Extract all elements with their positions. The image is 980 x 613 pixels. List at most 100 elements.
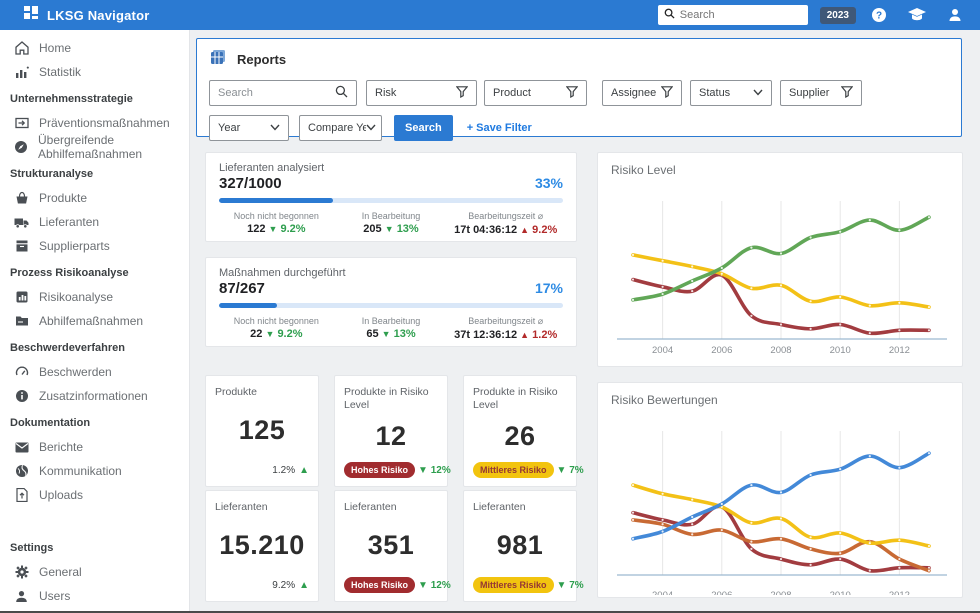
kpi-value: 327/1000 xyxy=(219,175,282,192)
kpi-title: Maßnahmen durchgeführt xyxy=(219,267,346,279)
sidebar-item-zusatzinformationen[interactable]: Zusatzinformationen xyxy=(0,384,189,408)
risk-badge: Hohes Risiko xyxy=(344,577,416,593)
search-icon xyxy=(335,85,348,101)
sidebar-item-users[interactable]: Users xyxy=(0,584,189,608)
chevron-down-icon xyxy=(270,122,280,134)
gauge-icon xyxy=(14,365,29,380)
upload-file-icon xyxy=(14,488,29,503)
progress-bar-fill xyxy=(219,303,278,308)
sidebar-item-kommunikation[interactable]: Kommunikation xyxy=(0,459,189,483)
mail-icon xyxy=(14,440,29,455)
progress-bar xyxy=(219,198,563,203)
chevron-down-icon xyxy=(753,87,763,99)
academy-icon[interactable] xyxy=(902,4,932,26)
funnel-icon xyxy=(660,85,674,101)
chart-title: Risiko Bewertungen xyxy=(611,393,718,407)
filter-status[interactable]: Status xyxy=(690,80,772,106)
save-filter-link[interactable]: + Save Filter xyxy=(467,122,532,134)
home-icon xyxy=(14,41,29,56)
kpi-substat: In Bearbeitung 205 ▼ 13% xyxy=(361,211,421,235)
kpi-title: Lieferanten analysiert xyxy=(219,162,325,174)
chart-title: Risiko Level xyxy=(611,163,676,177)
progress-bar xyxy=(219,303,563,308)
filter-assignee[interactable]: Assignee xyxy=(602,80,682,106)
reports-title: Reports xyxy=(237,52,287,67)
sidebar-item-beschwerden[interactable]: Beschwerden xyxy=(0,360,189,384)
filter-compare-year[interactable]: Compare Year xyxy=(299,115,382,141)
sidebar-item-lieferanten[interactable]: Lieferanten xyxy=(0,210,189,234)
arrow-box-icon xyxy=(14,116,29,131)
sidebar-item-general[interactable]: General xyxy=(0,560,189,584)
chevron-down-icon xyxy=(366,122,376,134)
sidebar-item-supplierparts[interactable]: Supplierparts xyxy=(0,234,189,258)
sidebar-item-uebergreifende-abhilfemassnahmen[interactable]: Übergreifende Abhilfemaßnahmen xyxy=(0,133,189,161)
stat-value: 351 xyxy=(367,529,415,560)
sidebar-section-unternehmensstrategie: Unternehmensstrategie xyxy=(10,93,133,105)
chart-card-risiko-level: Risiko Level 2004 2006 2008 2010 2012 xyxy=(597,152,963,367)
svg-text:2010: 2010 xyxy=(830,590,851,595)
reports-panel: Reports Search Risk Product Assignee Sta… xyxy=(196,38,962,141)
search-button[interactable]: Search xyxy=(394,115,453,141)
sidebar-section-dokumentation: Dokumentation xyxy=(10,417,91,429)
person-icon xyxy=(14,589,29,604)
basket-icon xyxy=(14,191,29,206)
sidebar-item-produkte[interactable]: Produkte xyxy=(0,186,189,210)
kpi-card-lieferanten-analysiert: Lieferanten analysiert 327/1000 33% Noch… xyxy=(205,152,577,242)
kpi-substat: Bearbeitungszeit ⌀ 37t 12:36:12 ▲ 1.2% xyxy=(454,316,558,341)
stat-card-produkte: Produkte 125 1.2% ▲ xyxy=(205,375,319,487)
top-header: LKSG Navigator 2023 ? xyxy=(0,0,980,30)
globe-icon xyxy=(14,464,29,479)
sidebar-item-risikoanalyse[interactable]: Risikoanalyse xyxy=(0,285,189,309)
funnel-icon xyxy=(840,85,854,101)
main-content: Reports Search Risk Product Assignee Sta… xyxy=(190,30,980,613)
stat-card-produkte-mittleres-risiko: Produkte in Risiko Level 26 Mittleres Ri… xyxy=(463,375,584,487)
svg-text:2010: 2010 xyxy=(830,345,851,356)
sidebar-item-home[interactable]: Home xyxy=(0,36,189,60)
logo-grid-icon xyxy=(24,5,39,25)
svg-text:2004: 2004 xyxy=(652,590,673,595)
stat-value: 15.210 xyxy=(219,529,305,560)
kpi-substat: In Bearbeitung 65 ▼ 13% xyxy=(361,316,421,340)
app-logo[interactable]: LKSG Navigator xyxy=(24,5,149,25)
stat-value: 981 xyxy=(496,529,544,560)
sidebar-item-statistik[interactable]: Statistik xyxy=(0,60,189,84)
stat-card-lieferanten: Lieferanten 15.210 9.2% ▲ xyxy=(205,490,319,602)
kpi-substat: Noch nicht begonnen 22 ▼ 9.2% xyxy=(233,316,319,340)
sidebar-item-uploads[interactable]: Uploads xyxy=(0,483,189,507)
filter-product[interactable]: Product xyxy=(484,80,587,106)
kpi-value: 87/267 xyxy=(219,280,265,297)
svg-text:2006: 2006 xyxy=(711,590,732,595)
sidebar-section-settings: Settings xyxy=(10,542,54,554)
risk-badge: Mittleres Risiko xyxy=(473,462,554,478)
app-window: LKSG Navigator 2023 ? Home Statistik xyxy=(0,0,980,613)
chart-card-risiko-bewertungen: Risiko Bewertungen 2004 2006 2008 2010 2012 xyxy=(597,382,963,598)
sidebar-item-abhilfemassnahmen[interactable]: Abhilfemaßnahmen xyxy=(0,309,189,333)
global-search-input[interactable] xyxy=(679,9,790,21)
filter-risk[interactable]: Risk xyxy=(366,80,477,106)
filter-supplier[interactable]: Supplier xyxy=(780,80,862,106)
filter-year[interactable]: Year xyxy=(209,115,289,141)
year-badge[interactable]: 2023 xyxy=(819,6,856,24)
sidebar-item-berichte[interactable]: Berichte xyxy=(0,435,189,459)
global-search[interactable] xyxy=(657,5,808,25)
user-icon[interactable] xyxy=(940,4,970,26)
chart-square-icon xyxy=(14,290,29,305)
reports-icon xyxy=(209,48,227,71)
kpi-substat: Noch nicht begonnen 122 ▼ 9.2% xyxy=(233,211,319,235)
funnel-icon xyxy=(565,85,579,101)
help-icon[interactable]: ? xyxy=(864,4,894,26)
sidebar-item-praeventionsmassnahmen[interactable]: Präventionsmaßnahmen xyxy=(0,111,189,135)
truck-icon xyxy=(14,215,29,230)
statistics-icon xyxy=(14,65,29,80)
sidebar: Home Statistik Unternehmensstrategie Prä… xyxy=(0,30,190,613)
funnel-icon xyxy=(455,85,469,101)
stat-value: 12 xyxy=(375,421,407,452)
app-title: LKSG Navigator xyxy=(47,7,150,23)
stat-card-produkte-hohes-risiko: Produkte in Risiko Level 12 Hohes Risiko… xyxy=(334,375,451,487)
compass-icon xyxy=(14,140,28,155)
folder-icon xyxy=(14,314,29,329)
kpi-percent: 33% xyxy=(534,175,563,191)
svg-text:2008: 2008 xyxy=(770,345,791,356)
progress-bar-fill xyxy=(219,198,333,203)
filter-search-input[interactable]: Search xyxy=(209,80,357,106)
